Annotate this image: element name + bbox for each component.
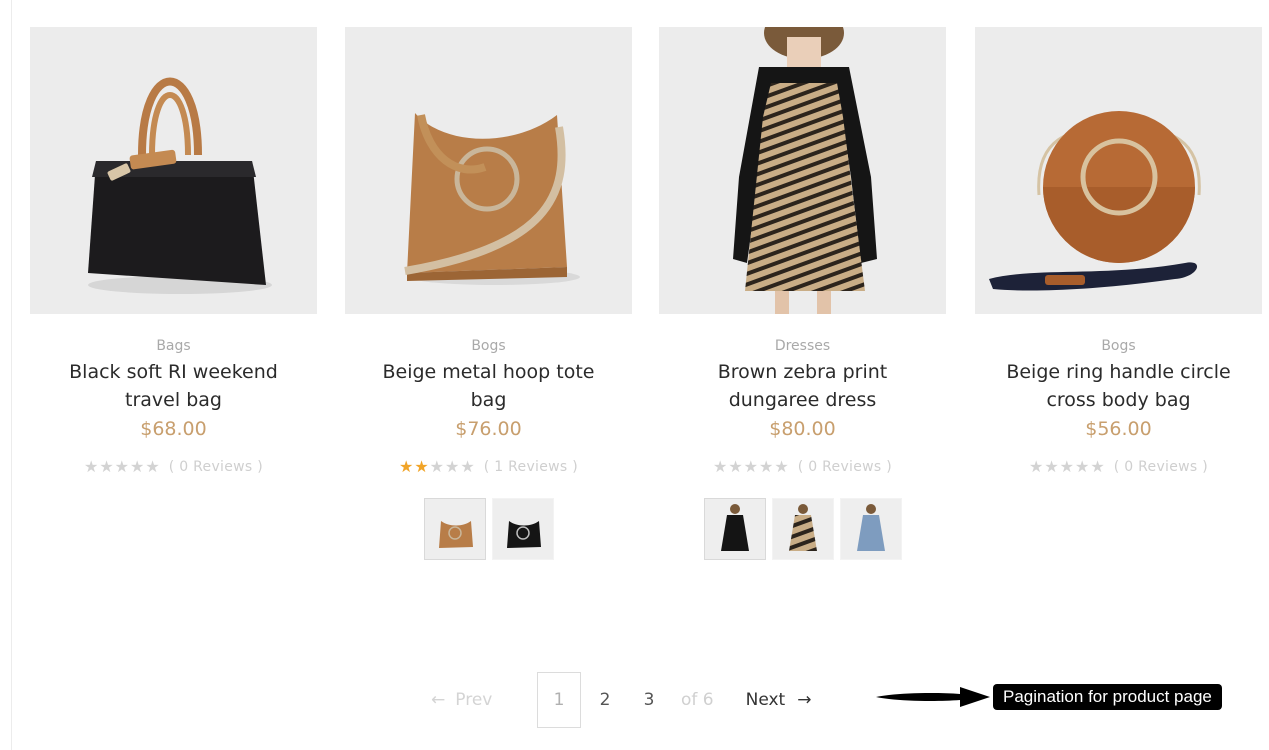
reviews-link[interactable]: ( 1 Reviews ) — [484, 459, 578, 475]
product-category[interactable]: Bags — [30, 337, 317, 355]
product-category[interactable]: Bogs — [345, 337, 632, 355]
black-weekend-bag-image — [30, 27, 317, 314]
star-rating-icon: ★★★★★ — [1028, 457, 1106, 477]
arrow-left-icon: ← — [431, 690, 446, 710]
prev-label: Prev — [455, 690, 493, 710]
reviews-link[interactable]: ( 0 Reviews ) — [169, 459, 263, 475]
product-price: $68.00 — [140, 418, 207, 441]
annotation-arrow-icon — [876, 687, 990, 707]
product-rating: ★★★★★ ( 0 Reviews ) — [659, 457, 946, 476]
product-title[interactable]: Black soft RI weekend travel bag — [30, 358, 317, 414]
product-image[interactable] — [30, 27, 317, 314]
star-rating-icon: ★★★★★ — [712, 457, 790, 477]
product-title[interactable]: Beige metal hoop tote bag — [345, 358, 632, 414]
product-card: Bogs Beige metal hoop tote bag $76.00 ★★… — [345, 27, 632, 561]
variant-swatch-denim[interactable] — [839, 498, 902, 561]
product-price: $80.00 — [769, 418, 836, 441]
star-rating-icon: ★★★★★ — [398, 457, 476, 477]
variant-swatches — [659, 498, 946, 561]
black-tote-swatch — [492, 499, 553, 560]
page-1[interactable]: 1 — [537, 672, 581, 728]
zebra-dress-image — [659, 27, 946, 314]
product-title[interactable]: Beige ring handle circle cross body bag — [975, 358, 1262, 414]
arrow-right-icon: → — [797, 690, 812, 710]
product-image[interactable] — [345, 27, 632, 314]
zebra-dress-swatch — [772, 499, 833, 560]
product-title[interactable]: Brown zebra print dungaree dress — [659, 358, 946, 414]
product-rating: ★★★★★ ( 0 Reviews ) — [30, 457, 317, 476]
product-grid: Bags Black soft RI weekend travel bag $6… — [30, 27, 1262, 587]
variant-swatch-beige[interactable] — [423, 498, 486, 561]
page-3[interactable]: 3 — [627, 672, 671, 728]
annotation-label: Pagination for product page — [993, 684, 1222, 710]
prev-page-button[interactable]: ← Prev — [425, 690, 537, 710]
next-page-button[interactable]: Next → — [746, 690, 812, 710]
reviews-link[interactable]: ( 0 Reviews ) — [1114, 459, 1208, 475]
product-category[interactable]: Dresses — [659, 337, 946, 355]
beige-tote-swatch — [424, 499, 485, 560]
variant-swatch-zebra[interactable] — [771, 498, 834, 561]
product-rating: ★★★★★ ( 0 Reviews ) — [975, 457, 1262, 476]
product-card: Bogs Beige ring handle circle cross body… — [975, 27, 1262, 476]
product-image[interactable] — [975, 27, 1262, 314]
product-image[interactable] — [659, 27, 946, 314]
product-category[interactable]: Bogs — [975, 337, 1262, 355]
product-card: Dresses Brown zebra print dungaree dress… — [659, 27, 946, 561]
reviews-link[interactable]: ( 0 Reviews ) — [798, 459, 892, 475]
page-count: of 6 — [681, 690, 714, 710]
star-rating-icon: ★★★★★ — [83, 457, 161, 477]
next-label: Next — [745, 690, 786, 710]
denim-dress-swatch — [840, 499, 901, 560]
product-price: $76.00 — [455, 418, 522, 441]
product-card: Bags Black soft RI weekend travel bag $6… — [30, 27, 317, 476]
page-2[interactable]: 2 — [583, 672, 627, 728]
left-divider — [11, 0, 12, 750]
circle-crossbody-image — [975, 27, 1262, 314]
beige-hoop-tote-image — [345, 27, 632, 314]
variant-swatches — [345, 498, 632, 561]
variant-swatch-black[interactable] — [491, 498, 554, 561]
product-price: $56.00 — [1085, 418, 1152, 441]
variant-swatch-black[interactable] — [703, 498, 766, 561]
product-rating: ★★★★★ ( 1 Reviews ) — [345, 457, 632, 476]
pagination: ← Prev 1 2 3 of 6 Next → — [425, 671, 811, 729]
black-dress-swatch — [704, 499, 765, 560]
